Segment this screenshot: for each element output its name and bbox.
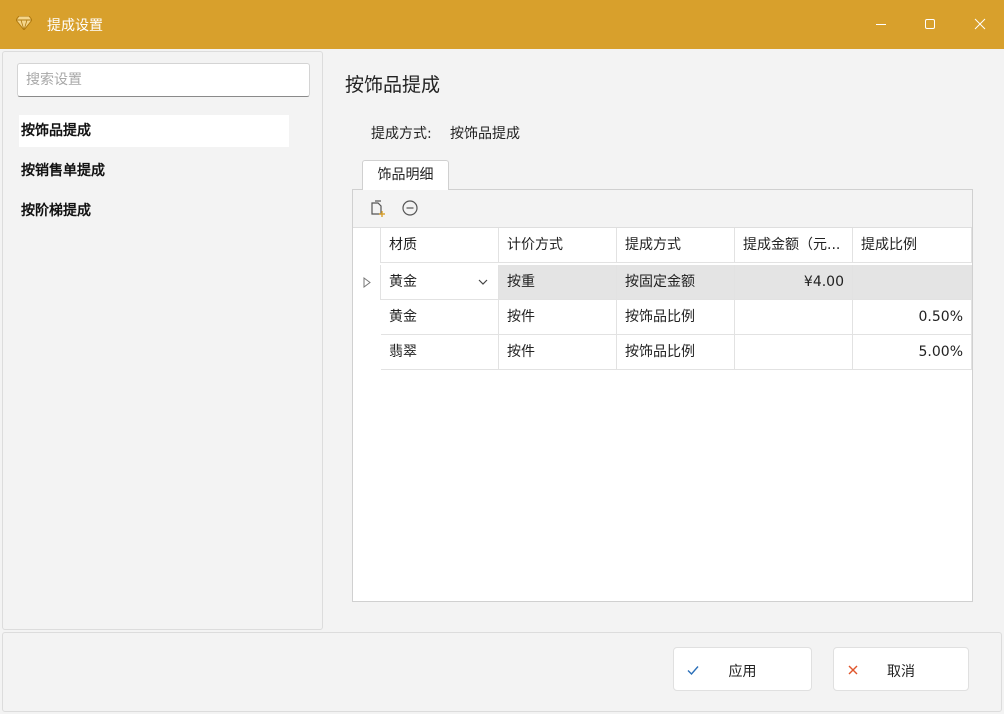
material-cell[interactable]: 黄金 xyxy=(381,300,499,335)
commission-mode-label: 提成方式: xyxy=(371,126,432,142)
jewelry-details-panel: 材质 计价方式 提成方式 提成金额（元... 提成比例 黄金 按重 按固定金额 … xyxy=(352,189,973,602)
ratio-cell[interactable]: 0.50% xyxy=(853,300,972,335)
column-header-amount[interactable]: 提成金额（元... xyxy=(735,228,853,263)
cancel-button[interactable]: 取消 xyxy=(833,647,969,691)
close-button[interactable] xyxy=(970,14,990,34)
window-title: 提成设置 xyxy=(47,18,103,34)
table-row[interactable]: 黄金 按重 按固定金额 ¥4.00 xyxy=(353,265,972,300)
row-indicator xyxy=(353,265,381,300)
sidebar-item-sales-order-commission[interactable]: 按销售单提成 xyxy=(19,155,289,187)
cancel-label: 取消 xyxy=(887,664,915,680)
remove-row-icon[interactable] xyxy=(400,198,420,218)
material-cell: 黄金 xyxy=(389,274,417,290)
pricing-cell[interactable]: 按件 xyxy=(499,335,617,370)
minimize-button[interactable] xyxy=(871,14,891,34)
amount-cell[interactable]: ¥4.00 xyxy=(735,265,853,300)
maximize-icon xyxy=(925,19,935,29)
table-row[interactable]: 黄金 按件 按饰品比例 0.50% xyxy=(353,300,972,335)
grid-toolbar xyxy=(353,190,972,228)
maximize-button[interactable] xyxy=(920,14,940,34)
title-bar: 提成设置 xyxy=(0,0,1004,49)
method-cell[interactable]: 按饰品比例 xyxy=(617,335,735,370)
tab-jewelry-details[interactable]: 饰品明细 xyxy=(362,160,449,190)
column-header-method[interactable]: 提成方式 xyxy=(617,228,735,263)
ratio-cell[interactable] xyxy=(853,265,972,300)
material-dropdown[interactable]: 黄金 xyxy=(381,265,499,300)
column-header-ratio[interactable]: 提成比例 xyxy=(853,228,972,263)
chevron-down-icon xyxy=(478,279,488,285)
settings-sidebar: 按饰品提成 按销售单提成 按阶梯提成 xyxy=(2,51,323,630)
amount-cell[interactable] xyxy=(735,300,853,335)
method-cell[interactable]: 按饰品比例 xyxy=(617,300,735,335)
row-indicator-header xyxy=(353,228,381,263)
column-header-material[interactable]: 材质 xyxy=(381,228,499,263)
pricing-cell[interactable]: 按重 xyxy=(499,265,617,300)
search-input[interactable] xyxy=(17,63,310,97)
apply-label: 应用 xyxy=(728,664,757,680)
table-row[interactable]: 翡翠 按件 按饰品比例 5.00% xyxy=(353,335,972,370)
sidebar-item-tiered-commission[interactable]: 按阶梯提成 xyxy=(19,195,289,227)
add-row-icon[interactable] xyxy=(368,198,388,218)
column-header-pricing[interactable]: 计价方式 xyxy=(499,228,617,263)
commission-mode-value: 按饰品提成 xyxy=(450,126,520,142)
sidebar-item-jewelry-commission[interactable]: 按饰品提成 xyxy=(19,115,289,147)
pricing-cell[interactable]: 按件 xyxy=(499,300,617,335)
diamond-icon xyxy=(16,16,32,30)
close-icon xyxy=(974,18,986,30)
minimize-icon xyxy=(876,24,886,25)
method-cell[interactable]: 按固定金额 xyxy=(617,265,735,300)
row-pointer-icon xyxy=(363,277,371,288)
page-title: 按饰品提成 xyxy=(345,74,441,96)
material-cell[interactable]: 翡翠 xyxy=(381,335,499,370)
dialog-footer: 应用 取消 xyxy=(2,632,1002,712)
apply-button[interactable]: 应用 xyxy=(673,647,812,691)
amount-cell[interactable] xyxy=(735,335,853,370)
grid-header-row: 材质 计价方式 提成方式 提成金额（元... 提成比例 xyxy=(353,228,972,263)
ratio-cell[interactable]: 5.00% xyxy=(853,335,972,370)
